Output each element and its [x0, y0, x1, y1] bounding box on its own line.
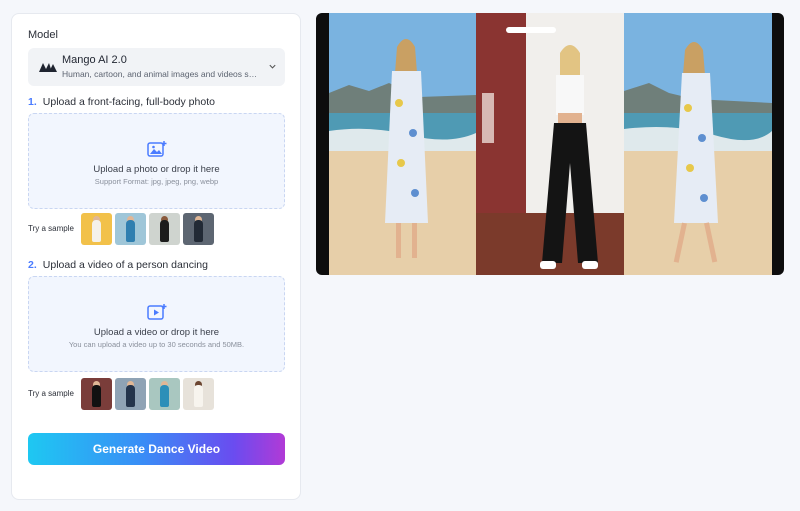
step1-title-text: Upload a front-facing, full-body photo [42, 96, 215, 108]
model-name: Mango AI 2.0 [62, 54, 127, 66]
step1-number: 1. [28, 96, 37, 108]
photo-sample-thumb[interactable] [81, 213, 112, 245]
video-sample-label: Try a sample [28, 389, 74, 398]
step1-title: 1. Upload a front-facing, full-body photo [28, 96, 215, 108]
preview-frame-beach-left [329, 13, 476, 275]
photo-drop-subtitle: Support Format: jpg, jpeg, png, webp [94, 177, 219, 186]
generate-dance-video-button[interactable]: Generate Dance Video [28, 433, 285, 465]
photo-drop-title: Upload a photo or drop it here [93, 164, 220, 175]
photo-dropzone[interactable]: Upload a photo or drop it here Support F… [28, 113, 285, 209]
video-sample-row: Try a sample [28, 378, 228, 410]
preview-image [316, 13, 784, 275]
video-drop-subtitle: You can upload a video up to 30 seconds … [68, 340, 245, 349]
beach-scene-left [329, 13, 476, 275]
video-sample-thumb[interactable] [115, 378, 146, 410]
photo-sample-thumb[interactable] [149, 213, 180, 245]
photo-sample-row: Try a sample [28, 213, 228, 245]
image-upload-icon [147, 141, 167, 157]
model-label: Model [28, 29, 58, 41]
step2-number: 2. [28, 259, 37, 271]
photo-sample-thumb[interactable] [115, 213, 146, 245]
video-sample-thumb[interactable] [183, 378, 214, 410]
beach-scene-right [624, 13, 772, 275]
step2-title-text: Upload a video of a person dancing [42, 259, 208, 271]
room-scene [476, 13, 624, 275]
video-sample-thumb[interactable] [81, 378, 112, 410]
chevron-down-icon [269, 64, 276, 69]
preview-frame-room [476, 13, 624, 275]
mango-logo-icon [39, 63, 57, 72]
left-panel: Model Mango AI 2.0 Human, cartoon, and a… [11, 13, 301, 500]
video-drop-title: Upload a video or drop it here [93, 327, 220, 338]
video-upload-icon [147, 304, 167, 320]
preview-frame-beach-right [624, 13, 772, 275]
video-dropzone[interactable]: Upload a video or drop it here You can u… [28, 276, 285, 372]
model-select[interactable]: Mango AI 2.0 Human, cartoon, and animal … [28, 48, 285, 86]
model-description: Human, cartoon, and animal images and vi… [62, 69, 258, 79]
step2-title: 2. Upload a video of a person dancing [28, 259, 208, 271]
photo-sample-thumb[interactable] [183, 213, 214, 245]
photo-sample-label: Try a sample [28, 224, 74, 233]
video-sample-thumb[interactable] [149, 378, 180, 410]
